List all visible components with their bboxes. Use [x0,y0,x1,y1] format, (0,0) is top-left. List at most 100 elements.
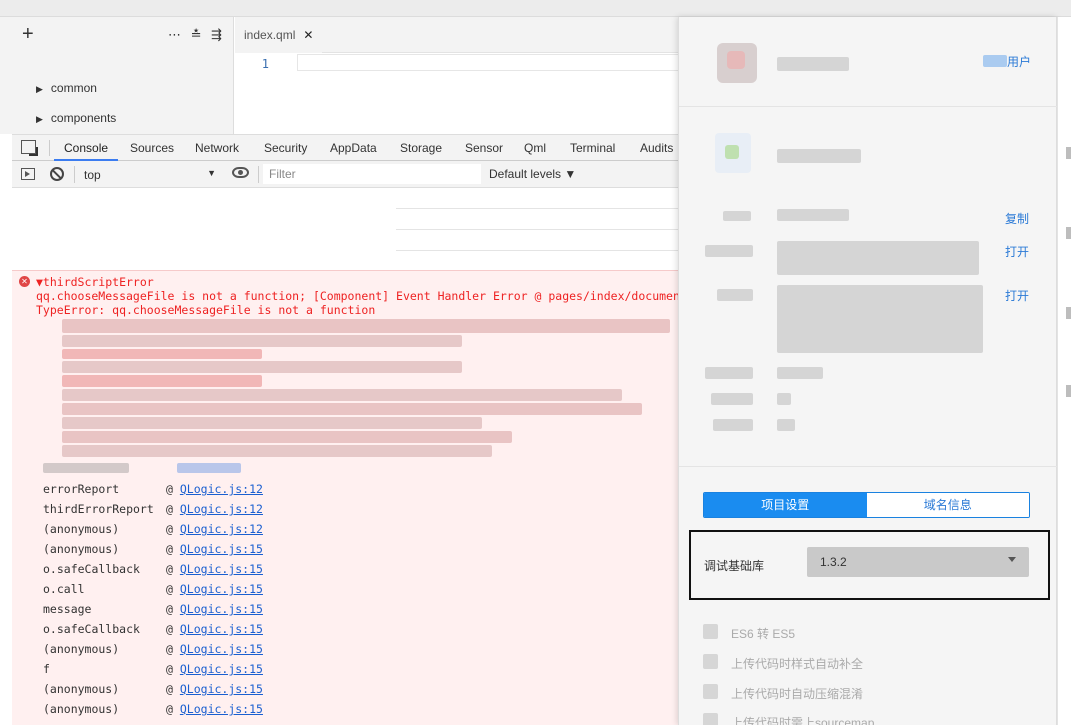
checkbox[interactable] [703,684,718,699]
context-selector[interactable]: top ▼ [80,164,218,184]
checkbox[interactable] [703,713,718,725]
open-link[interactable]: 打开 [1005,243,1029,260]
background-window-edge [1057,17,1071,725]
live-expression-eye-icon[interactable] [232,167,249,178]
redacted-label [705,367,753,379]
source-link[interactable]: QLogic.js:15 [180,542,263,556]
redacted-block [62,375,262,387]
clear-console-icon[interactable] [50,167,64,181]
redacted-block [62,389,622,401]
stack-frame-location: @ QLogic.js:15 [166,662,263,676]
tab-sources[interactable]: Sources [130,135,174,161]
console-filter-input[interactable] [263,164,481,184]
source-link[interactable]: QLogic.js:12 [180,482,263,496]
add-file-button[interactable]: + [22,23,34,46]
redacted-block [43,463,129,473]
stack-frame-fn: f [43,662,50,676]
stack-frame-location: @ QLogic.js:15 [166,622,263,636]
console-error-message: ✕ ▼thirdScriptError qq.chooseMessageFile… [12,270,680,725]
stack-frame-fn: (anonymous) [43,542,120,556]
redacted-block [62,445,492,457]
console-messages [12,188,680,270]
at-symbol: @ [166,682,173,696]
stack-frame-fn: o.safeCallback [43,562,140,576]
close-icon[interactable]: ✕ [303,28,313,42]
expand-triangle-icon: ▶ [36,114,43,124]
redacted-text [983,55,1007,67]
copy-link[interactable]: 复制 [1005,210,1029,227]
redacted-label [717,289,753,301]
divider [679,466,1058,467]
current-line-highlight[interactable] [297,54,687,71]
source-link[interactable]: QLogic.js:15 [180,662,263,676]
app-logo [715,133,751,173]
source-link[interactable]: QLogic.js:15 [180,682,263,696]
editor-tab-index-qml[interactable]: index.qml ✕ [235,17,323,53]
tab-appdata[interactable]: AppData [330,135,377,161]
checkbox[interactable] [703,654,718,669]
divider [679,106,1058,107]
debug-library-select[interactable]: 1.3.2 [807,547,1029,577]
redacted-block [62,361,462,373]
context-value: top [84,168,101,182]
log-levels-dropdown[interactable]: Default levels ▼ [489,167,576,181]
tab-sensor[interactable]: Sensor [465,135,503,161]
partial-text [1066,147,1071,159]
window-top-strip [0,0,1071,17]
show-sidebar-icon[interactable] [21,168,35,180]
tree-folder-components[interactable]: ▶ components [36,111,116,125]
source-link[interactable]: QLogic.js:12 [180,522,263,536]
dropdown-arrow-icon: ▼ [207,168,216,178]
source-link[interactable]: QLogic.js:15 [180,582,263,596]
checkbox[interactable] [703,624,718,639]
option-label: ES6 转 ES5 [731,627,796,641]
redacted-username [777,57,849,71]
line-number: 1 [261,57,269,71]
console-row-divider [396,208,680,209]
source-link[interactable]: QLogic.js:15 [180,602,263,616]
at-symbol: @ [166,602,173,616]
stack-frame-location: @ QLogic.js:15 [166,602,263,616]
stack-frame-location: @ QLogic.js:15 [166,642,263,656]
tab-audits[interactable]: Audits [640,135,673,161]
tab-domain-info[interactable]: 域名信息 [866,493,1029,517]
tab-project-settings[interactable]: 项目设置 [704,493,867,517]
chevron-down-icon [1008,557,1016,562]
user-link[interactable]: 用户 [1007,53,1031,70]
at-symbol: @ [166,582,173,596]
at-symbol: @ [166,662,173,676]
stack-frame-fn: (anonymous) [43,682,120,696]
inspect-element-icon[interactable] [21,140,38,156]
tab-terminal[interactable]: Terminal [570,135,615,161]
tab-qml[interactable]: Qml [524,135,546,161]
code-editor: index.qml ✕ 1 [235,17,687,134]
stack-frame-fn: o.safeCallback [43,622,140,636]
source-link[interactable]: QLogic.js:15 [180,562,263,576]
redacted-value [777,367,823,379]
source-link[interactable]: QLogic.js:15 [180,622,263,636]
source-link[interactable]: QLogic.js:15 [180,642,263,656]
tree-folder-common[interactable]: ▶ common [36,81,97,95]
stack-frame-location: @ QLogic.js:15 [166,682,263,696]
error-title[interactable]: ▼thirdScriptError [36,275,154,289]
redacted-block [62,417,482,429]
redacted-value [777,419,795,431]
at-symbol: @ [166,702,173,716]
tab-security[interactable]: Security [264,135,307,161]
file-tree-tools[interactable]: ⋯ ≛ ⇶ [168,27,225,43]
stack-frame-location: @ QLogic.js:15 [166,582,263,596]
source-link[interactable]: QLogic.js:15 [180,702,263,716]
stack-frame-location: @ QLogic.js:12 [166,522,263,536]
tab-console[interactable]: Console [54,135,119,161]
tab-network[interactable]: Network [195,135,239,161]
at-symbol: @ [166,642,173,656]
tab-storage[interactable]: Storage [400,135,442,161]
stack-frame-location: @ QLogic.js:12 [166,482,263,496]
source-link[interactable]: QLogic.js:12 [180,502,263,516]
console-row-divider [396,250,680,251]
redacted-block [62,335,462,347]
at-symbol: @ [166,482,173,496]
redacted-block [62,349,262,359]
redacted-app-name [777,149,861,163]
open-link[interactable]: 打开 [1005,287,1029,304]
